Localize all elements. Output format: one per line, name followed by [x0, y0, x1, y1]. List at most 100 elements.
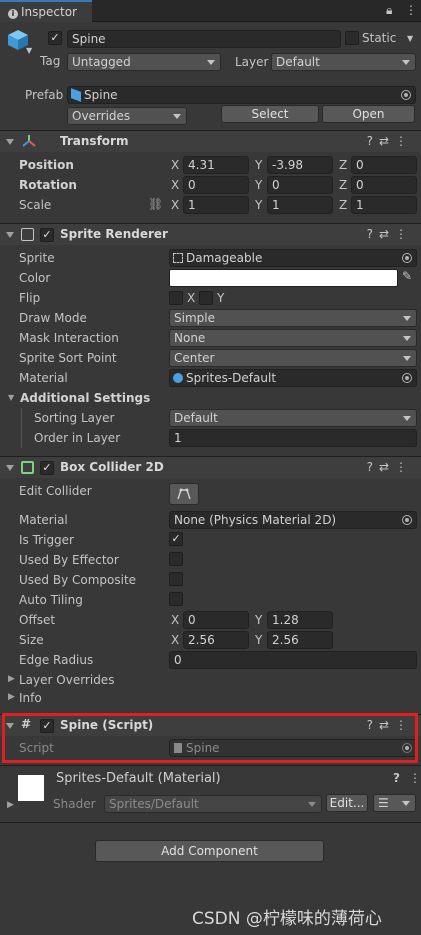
icon-dropdown-arrow[interactable]: ▼: [26, 46, 32, 55]
kebab-icon[interactable]: ⋮: [395, 134, 413, 148]
mask-interaction-dropdown[interactable]: None: [169, 329, 417, 347]
add-component-button[interactable]: Add Component: [95, 840, 324, 862]
box-collider-header[interactable]: ✓ Box Collider 2D ?⇄⋮: [0, 456, 421, 478]
select-button[interactable]: Select: [221, 105, 319, 123]
material-label: Material: [19, 371, 68, 385]
kebab-icon[interactable]: ⋮: [395, 227, 413, 241]
kebab-icon[interactable]: ⋮: [405, 3, 417, 17]
z-label: Z: [339, 158, 348, 172]
foldout-arrow-icon[interactable]: ▶: [8, 674, 15, 684]
chevron-down-icon: [403, 416, 411, 421]
object-picker-icon[interactable]: [402, 515, 412, 525]
flip-x-checkbox[interactable]: [169, 291, 183, 305]
object-name-field[interactable]: Spine: [67, 30, 341, 48]
static-dropdown-arrow[interactable]: ▼: [407, 34, 413, 43]
foldout-arrow-icon[interactable]: ▼: [8, 393, 14, 402]
component-actions: ?⇄⋮: [367, 134, 413, 148]
used-by-effector-checkbox[interactable]: [169, 552, 183, 566]
auto-tiling-label: Auto Tiling: [19, 593, 83, 607]
eyedropper-icon[interactable]: ✎: [402, 269, 412, 283]
auto-tiling-checkbox[interactable]: [169, 592, 183, 606]
help-icon[interactable]: ?: [393, 771, 400, 785]
kebab-icon[interactable]: ⋮: [409, 771, 421, 785]
shader-dropdown[interactable]: Sprites/Default: [104, 795, 322, 813]
sprite-renderer-title: Sprite Renderer: [60, 227, 168, 241]
collider-material-field[interactable]: None (Physics Material 2D): [169, 511, 417, 529]
tag-dropdown[interactable]: Untagged: [67, 53, 221, 71]
shader-options-dropdown[interactable]: ☰: [373, 794, 416, 812]
link-icon[interactable]: ⛓: [148, 197, 163, 211]
prefab-field[interactable]: Spine: [67, 86, 416, 104]
foldout-arrow-icon[interactable]: ▶: [7, 800, 14, 810]
tab-inspector[interactable]: i Inspector: [0, 0, 92, 22]
static-checkbox[interactable]: [345, 31, 359, 45]
position-z-field[interactable]: 0: [351, 156, 417, 174]
layer-overrides-label[interactable]: Layer Overrides: [19, 673, 114, 687]
order-in-layer-field[interactable]: 1: [169, 429, 417, 447]
scale-z-field[interactable]: 1: [351, 196, 417, 214]
material-field[interactable]: Sprites-Default: [169, 369, 417, 387]
scale-y-field[interactable]: 1: [267, 196, 333, 214]
chevron-down-icon: [402, 801, 410, 806]
flip-y-checkbox[interactable]: [199, 291, 213, 305]
object-picker-icon[interactable]: [402, 253, 412, 263]
transform-header[interactable]: Transform ?⇄⋮: [0, 130, 421, 152]
box-collider-icon: [21, 461, 34, 474]
color-swatch[interactable]: [169, 269, 398, 287]
order-in-layer-label: Order in Layer: [34, 431, 121, 445]
draw-mode-dropdown[interactable]: Simple: [169, 309, 417, 327]
open-button[interactable]: Open: [322, 105, 415, 123]
position-x-field[interactable]: 4.31: [183, 156, 249, 174]
is-trigger-checkbox[interactable]: ✓: [169, 532, 183, 546]
offset-y-field[interactable]: 1.28: [267, 611, 333, 629]
size-x-field[interactable]: 2.56: [183, 631, 249, 649]
object-picker-icon[interactable]: [401, 90, 411, 100]
chevron-down-icon: [207, 60, 215, 65]
sprite-sort-point-label: Sprite Sort Point: [19, 351, 117, 365]
kebab-icon[interactable]: ⋮: [395, 460, 413, 474]
presets-icon[interactable]: ⇄: [379, 460, 395, 474]
presets-icon[interactable]: ⇄: [379, 227, 395, 241]
help-icon[interactable]: ?: [367, 227, 379, 241]
rotation-x-field[interactable]: 0: [183, 176, 249, 194]
help-icon[interactable]: ?: [367, 460, 379, 474]
object-picker-icon[interactable]: [402, 373, 412, 383]
foldout-arrow-icon[interactable]: ▶: [8, 692, 15, 702]
enabled-checkbox[interactable]: ✓: [40, 461, 54, 475]
edge-radius-field[interactable]: 0: [169, 651, 417, 669]
sprite-renderer-header[interactable]: ✓ Sprite Renderer ?⇄⋮: [0, 223, 421, 245]
lock-icon[interactable]: 🔒︎: [386, 3, 392, 18]
layer-label: Layer: [235, 55, 269, 69]
shader-value: Sprites/Default: [109, 797, 199, 811]
info-label[interactable]: Info: [19, 691, 42, 705]
active-checkbox[interactable]: ✓: [48, 31, 62, 45]
indent-guide: [21, 408, 22, 448]
help-icon[interactable]: ?: [367, 134, 379, 148]
edit-shader-button[interactable]: Edit...: [326, 794, 368, 812]
additional-settings-label[interactable]: Additional Settings: [20, 391, 150, 405]
layer-dropdown[interactable]: Default: [271, 53, 416, 71]
presets-icon[interactable]: ⇄: [379, 134, 395, 148]
foldout-arrow-icon[interactable]: [6, 139, 14, 145]
rotation-z-field[interactable]: 0: [351, 176, 417, 194]
position-y-field[interactable]: -3.98: [267, 156, 333, 174]
size-y-field[interactable]: 2.56: [267, 631, 333, 649]
enabled-checkbox[interactable]: ✓: [40, 228, 54, 242]
edit-collider-button[interactable]: [169, 483, 199, 505]
sprite-field[interactable]: Damageable: [169, 249, 417, 267]
foldout-arrow-icon[interactable]: [6, 232, 14, 238]
edit-collider-icon: [177, 488, 191, 500]
scale-label: Scale: [19, 198, 52, 212]
inspector-tabbar: i Inspector 🔒︎ ⋮: [0, 0, 421, 22]
rotation-y-field[interactable]: 0: [267, 176, 333, 194]
sprite-sort-point-dropdown[interactable]: Center: [169, 349, 417, 367]
sprite-renderer-icon: [21, 228, 34, 241]
sorting-layer-dropdown[interactable]: Default: [169, 409, 417, 427]
is-trigger-label: Is Trigger: [19, 533, 74, 547]
used-by-composite-checkbox[interactable]: [169, 572, 183, 586]
foldout-arrow-icon[interactable]: [6, 465, 14, 471]
scale-x-field[interactable]: 1: [183, 196, 249, 214]
y-label: Y: [255, 613, 263, 627]
offset-x-field[interactable]: 0: [183, 611, 249, 629]
overrides-dropdown[interactable]: Overrides: [67, 107, 187, 125]
